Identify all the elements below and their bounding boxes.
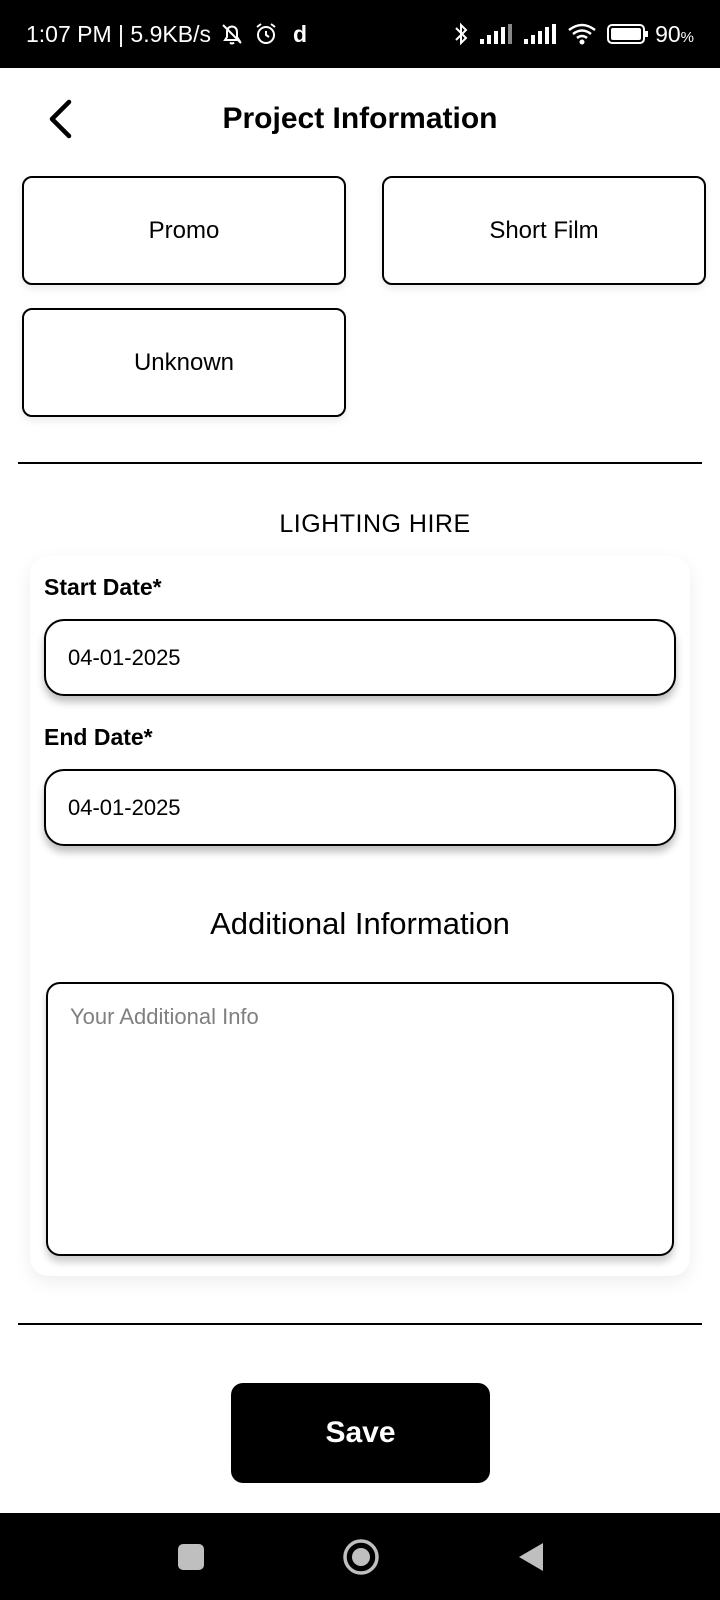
chevron-left-icon <box>49 99 72 139</box>
back-icon <box>519 1542 543 1571</box>
recents-icon <box>178 1543 204 1570</box>
battery-percent: 90 <box>655 20 681 47</box>
home-icon <box>343 1538 379 1575</box>
start-date-field[interactable]: 04-01-2025 <box>44 619 676 696</box>
save-button[interactable]: Save <box>231 1383 490 1483</box>
battery-unit: % <box>680 28 694 46</box>
divider-top <box>18 462 702 464</box>
divider-bottom <box>18 1323 702 1325</box>
nav-back-button[interactable] <box>500 1513 562 1600</box>
app-notification-glyph: d <box>292 20 308 47</box>
status-bar: 1:07 PM | 5.9KB/s d 90% <box>0 0 720 68</box>
recents-button[interactable] <box>160 1513 222 1600</box>
option-promo[interactable]: Promo <box>22 176 346 285</box>
page-title: Project Information <box>222 102 498 135</box>
additional-info-placeholder: Your Additional Info <box>70 1004 259 1029</box>
status-time: 1:07 PM | 5.9KB/s <box>26 20 211 47</box>
signal-icon-2 <box>523 23 557 45</box>
wifi-icon <box>567 22 597 46</box>
option-unknown[interactable]: Unknown <box>22 308 346 417</box>
battery-level: 90% <box>655 21 694 48</box>
home-button[interactable] <box>330 1513 392 1600</box>
alarm-icon <box>253 21 279 47</box>
additional-info-heading: Additional Information <box>210 906 510 941</box>
app-header: Project Information <box>0 68 720 170</box>
signal-icon <box>479 23 513 45</box>
mute-bell-icon <box>219 21 245 47</box>
end-date-label: End Date* <box>44 724 153 750</box>
project-type-options: Promo Short Film Unknown <box>0 170 720 420</box>
system-nav-bar <box>0 1513 720 1600</box>
back-button[interactable] <box>40 94 80 144</box>
start-date-label: Start Date* <box>44 574 162 600</box>
battery-icon <box>607 23 649 45</box>
bluetooth-icon <box>453 21 469 47</box>
option-short-film[interactable]: Short Film <box>382 176 706 285</box>
additional-info-textarea[interactable]: Your Additional Info <box>46 982 674 1256</box>
section-title: LIGHTING HIRE <box>279 510 471 538</box>
end-date-field[interactable]: 04-01-2025 <box>44 769 676 846</box>
